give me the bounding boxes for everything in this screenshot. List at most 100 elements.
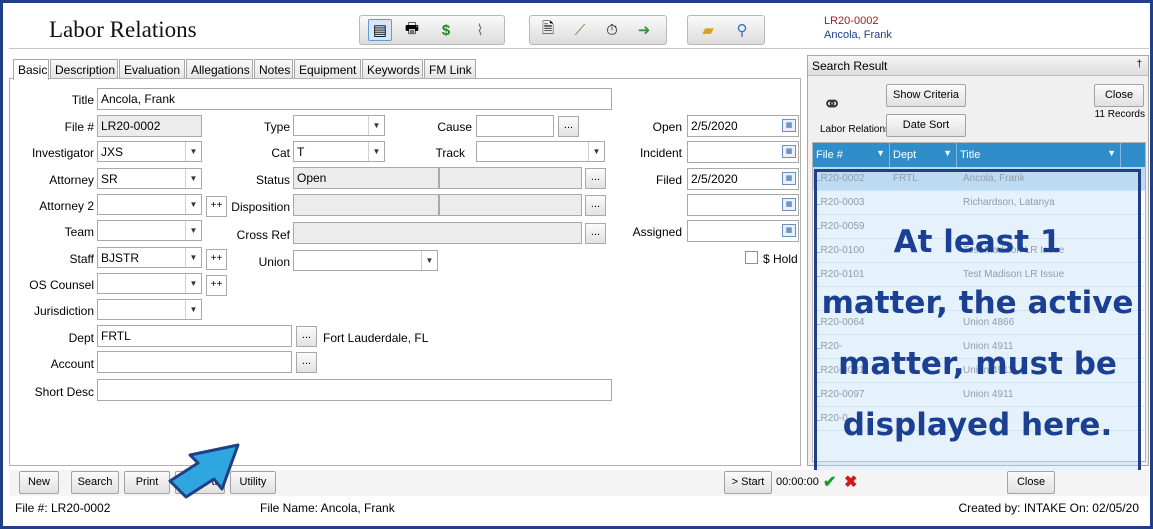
account-label: Account: [50, 357, 94, 371]
assigned-date-input[interactable]: ▦: [687, 220, 799, 242]
cause-input[interactable]: [476, 115, 554, 137]
filter-icon[interactable]: ▼: [943, 148, 952, 158]
union-select[interactable]: ▼: [293, 250, 438, 271]
search-close-button[interactable]: Close: [1094, 84, 1144, 107]
title-input[interactable]: Ancola, Frank: [97, 88, 612, 110]
stopwatch-icon[interactable]: ⏱: [600, 19, 624, 41]
attorney2-label: Attorney 2: [39, 199, 94, 213]
cause-lookup-button[interactable]: ...: [558, 116, 579, 137]
chevron-down-icon: ▼: [421, 251, 437, 270]
tab-fm-link[interactable]: FM Link: [424, 59, 476, 79]
pin-icon[interactable]: †: [1136, 59, 1142, 70]
chart-icon[interactable]: ⟋: [568, 19, 592, 41]
calendar-icon[interactable]: ▦: [782, 224, 796, 237]
status-description-field: [439, 167, 582, 189]
printer-icon[interactable]: 🖶: [400, 19, 424, 41]
calendar-icon[interactable]: ▦: [782, 119, 796, 132]
dept-description: Fort Lauderdale, FL: [323, 331, 429, 345]
column-dept[interactable]: Dept ▼: [890, 143, 957, 167]
investigator-select[interactable]: JXS ▼: [97, 141, 202, 162]
tab-equipment[interactable]: Equipment: [294, 59, 361, 79]
cross-ref-lookup-button[interactable]: ...: [585, 223, 606, 244]
tab-notes[interactable]: Notes: [254, 59, 293, 79]
folder-icon[interactable]: ▰: [696, 19, 720, 41]
calendar-icon[interactable]: ▦: [782, 172, 796, 185]
cause-label: Cause: [437, 120, 472, 134]
tab-keywords[interactable]: Keywords: [362, 59, 423, 79]
file-number-label: File #: [64, 120, 94, 134]
hold-label: $ Hold: [763, 252, 798, 266]
extra-date-input[interactable]: ▦: [687, 194, 799, 216]
team-select[interactable]: ▼: [97, 220, 202, 241]
magnifier-icon[interactable]: ⚲: [730, 19, 754, 41]
calendar-icon[interactable]: ▦: [782, 198, 796, 211]
account-lookup-button[interactable]: ...: [296, 352, 317, 373]
type-select[interactable]: ▼: [293, 115, 385, 136]
tab-basic[interactable]: Basic: [13, 59, 49, 80]
document-search-icon[interactable]: 🗎: [536, 19, 560, 41]
filed-date-input[interactable]: 2/5/2020 ▦: [687, 168, 799, 190]
attorney-select[interactable]: SR ▼: [97, 168, 202, 189]
disposition-lookup-button[interactable]: ...: [585, 195, 606, 216]
search-button[interactable]: Search: [71, 471, 119, 494]
dept-label: Dept: [68, 331, 94, 345]
cat-select[interactable]: T ▼: [293, 141, 385, 162]
toolbar-group-3: ▰ ⚲: [687, 15, 765, 45]
chevron-down-icon: ▼: [185, 169, 201, 188]
start-timer-button[interactable]: > Start: [724, 471, 772, 494]
incident-label: Incident: [639, 146, 682, 160]
add-os-counsel-button[interactable]: ++: [206, 275, 227, 296]
short-desc-input[interactable]: [97, 379, 612, 401]
tab-allegations[interactable]: Allegations: [186, 59, 253, 79]
hold-checkbox[interactable]: [745, 251, 758, 264]
jurisdiction-select[interactable]: ▼: [97, 299, 202, 320]
chevron-down-icon: ▼: [368, 116, 384, 135]
show-criteria-button[interactable]: Show Criteria: [886, 84, 966, 107]
tab-evaluation[interactable]: Evaluation: [119, 59, 185, 79]
disposition-field: [293, 194, 439, 216]
annotation-arrow-icon: [168, 443, 240, 499]
status-lookup-button[interactable]: ...: [585, 168, 606, 189]
staff-value: BJSTR: [101, 251, 140, 265]
chevron-down-icon: ▼: [185, 221, 201, 240]
chevron-down-icon: ▼: [185, 274, 201, 293]
date-sort-button[interactable]: Date Sort: [886, 114, 966, 137]
dept-lookup-button[interactable]: ...: [296, 326, 317, 347]
callout-line-2: matter, the active: [821, 285, 1134, 321]
paperclip-icon[interactable]: ⌇: [468, 19, 492, 41]
check-icon[interactable]: ✔: [823, 472, 841, 492]
dept-input[interactable]: FRTL: [97, 325, 292, 347]
incident-date-input[interactable]: ▦: [687, 141, 799, 163]
toolbar-group-1: ▤ 🖶 $ ⌇: [359, 15, 505, 45]
column-title[interactable]: Title ▼: [957, 143, 1121, 167]
account-input[interactable]: [97, 351, 292, 373]
filter-icon[interactable]: ▼: [876, 148, 885, 158]
export-icon[interactable]: ➜: [632, 19, 656, 41]
chevron-down-icon: ▼: [368, 142, 384, 161]
cat-label: Cat: [271, 146, 290, 160]
dollar-icon[interactable]: $: [434, 19, 458, 41]
column-file[interactable]: File # ▼: [813, 143, 890, 167]
union-label: Union: [258, 255, 290, 269]
form-view-icon[interactable]: ▤: [368, 19, 392, 41]
os-counsel-select[interactable]: ▼: [97, 273, 202, 294]
type-label: Type: [263, 120, 290, 134]
close-button[interactable]: Close: [1007, 471, 1055, 494]
attorney2-select[interactable]: ▼: [97, 194, 202, 215]
cancel-x-icon[interactable]: ✖: [844, 472, 862, 492]
track-select[interactable]: ▼: [476, 141, 605, 162]
attorney-label: Attorney: [49, 173, 94, 187]
status-created: Created by: INTAKE On: 02/05/20: [958, 501, 1139, 515]
track-label: Track: [435, 146, 465, 160]
status-label: Status: [255, 173, 290, 187]
filter-icon[interactable]: ▼: [1107, 148, 1116, 158]
os-counsel-label: OS Counsel: [29, 278, 94, 292]
open-date-input[interactable]: 2/5/2020 ▦: [687, 115, 799, 137]
new-button[interactable]: New: [19, 471, 59, 494]
binoculars-icon: ⚭: [822, 91, 843, 118]
calendar-icon[interactable]: ▦: [782, 145, 796, 158]
staff-select[interactable]: BJSTR ▼: [97, 247, 202, 268]
filed-label: Filed: [655, 173, 682, 187]
cross-ref-field: [293, 222, 582, 244]
tab-description[interactable]: Description: [50, 59, 118, 79]
